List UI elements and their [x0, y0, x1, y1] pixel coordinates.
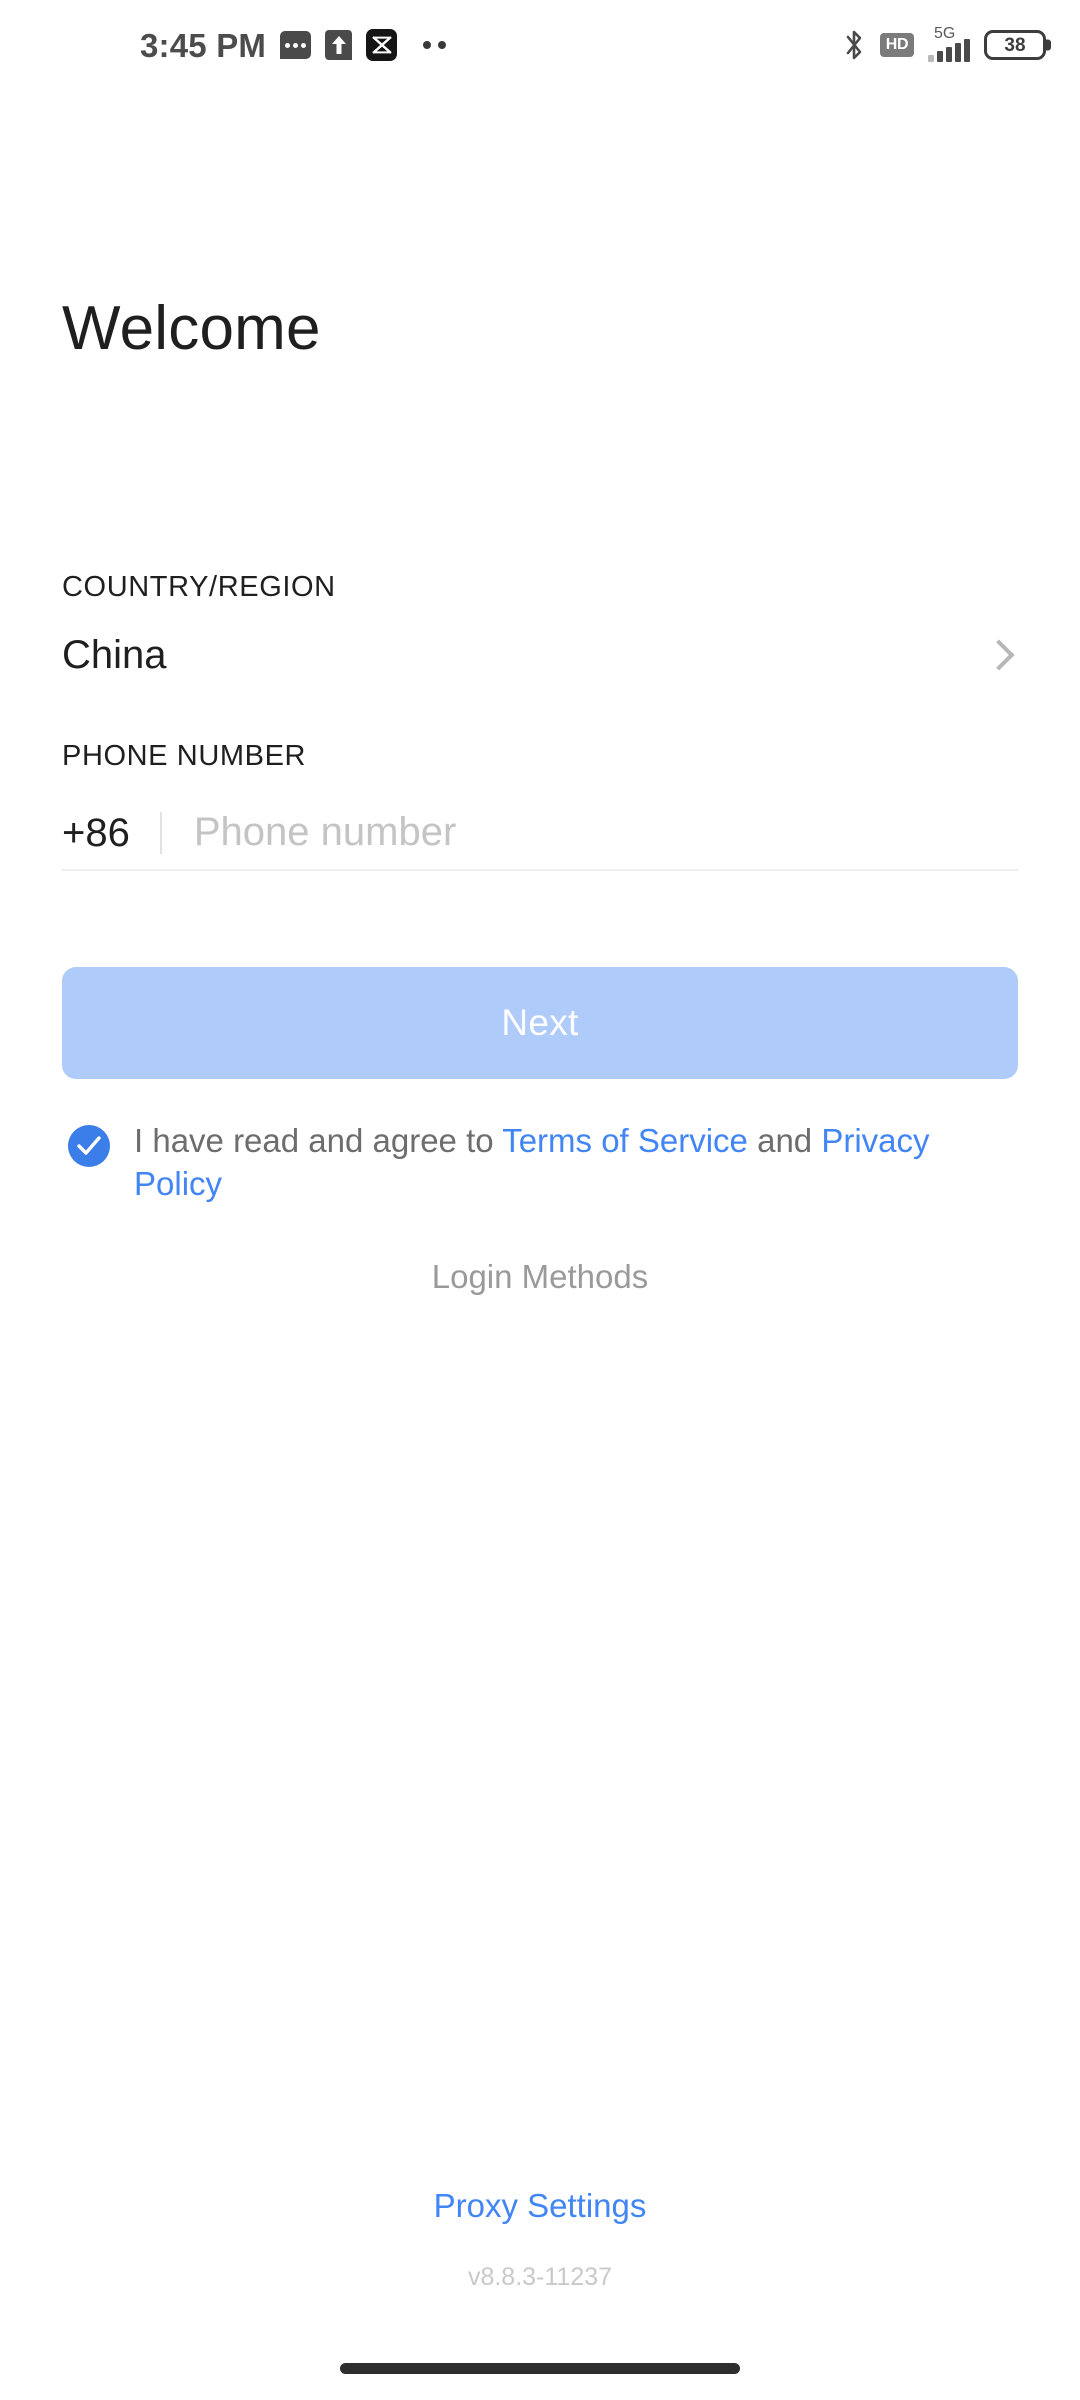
signal-icon: 5G	[928, 25, 970, 62]
phone-number-label: PHONE NUMBER	[62, 739, 307, 772]
message-icon	[280, 31, 312, 59]
hd-icon: HD	[880, 33, 914, 57]
battery-icon: 38	[984, 30, 1046, 60]
status-bar-left: 3:45 PM	[140, 26, 447, 64]
phone-number-row: +86	[62, 796, 1018, 871]
country-region-value: China	[62, 632, 167, 677]
battery-level-label: 38	[1004, 34, 1026, 56]
gesture-home-indicator[interactable]	[340, 2362, 740, 2374]
agreement-row: I have read and agree to Terms of Servic…	[62, 1119, 1018, 1206]
terms-of-service-link[interactable]: Terms of Service	[502, 1122, 748, 1159]
status-bar-clock: 3:45 PM	[140, 26, 267, 64]
login-screen: 3:45 PM HD 5G 38 Welcome COUNTRY/REGION …	[0, 0, 1080, 2400]
agreement-checkbox[interactable]	[68, 1124, 110, 1167]
status-bar: 3:45 PM HD 5G 38	[0, 0, 1080, 90]
agreement-prefix-text: I have read and agree to	[134, 1121, 503, 1159]
check-icon	[77, 1136, 101, 1155]
login-methods-button[interactable]: Login Methods	[62, 1258, 1018, 1296]
upload-icon	[325, 30, 353, 60]
country-region-label: COUNTRY/REGION	[62, 570, 336, 603]
main-content: Welcome COUNTRY/REGION China PHONE NUMBE…	[0, 90, 1080, 2336]
country-region-selector[interactable]: China	[62, 624, 1018, 686]
agreement-text: I have read and agree to Terms of Servic…	[134, 1119, 934, 1206]
network-type-label: 5G	[934, 25, 956, 42]
phone-number-input[interactable]	[161, 796, 1018, 869]
country-code-prefix[interactable]: +86	[62, 813, 160, 853]
system-navigation-bar	[0, 2336, 1080, 2400]
app-version-label: v8.8.3-11237	[467, 2263, 613, 2291]
next-button[interactable]: Next	[62, 966, 1018, 1079]
phone-number-field: PHONE NUMBER +86	[62, 739, 1018, 871]
bluetooth-icon	[842, 28, 866, 62]
footer: Proxy Settings v8.8.3-11237	[62, 2187, 1018, 2336]
page-title: Welcome	[62, 294, 321, 363]
agreement-middle-text: and	[747, 1121, 822, 1159]
proxy-settings-link[interactable]: Proxy Settings	[434, 2187, 647, 2225]
status-bar-right: HD 5G 38	[842, 25, 1046, 62]
overflow-dots-icon	[423, 41, 447, 49]
country-region-field: COUNTRY/REGION China	[62, 570, 1018, 686]
chevron-right-icon	[983, 639, 1015, 671]
capcut-app-icon	[366, 29, 398, 61]
